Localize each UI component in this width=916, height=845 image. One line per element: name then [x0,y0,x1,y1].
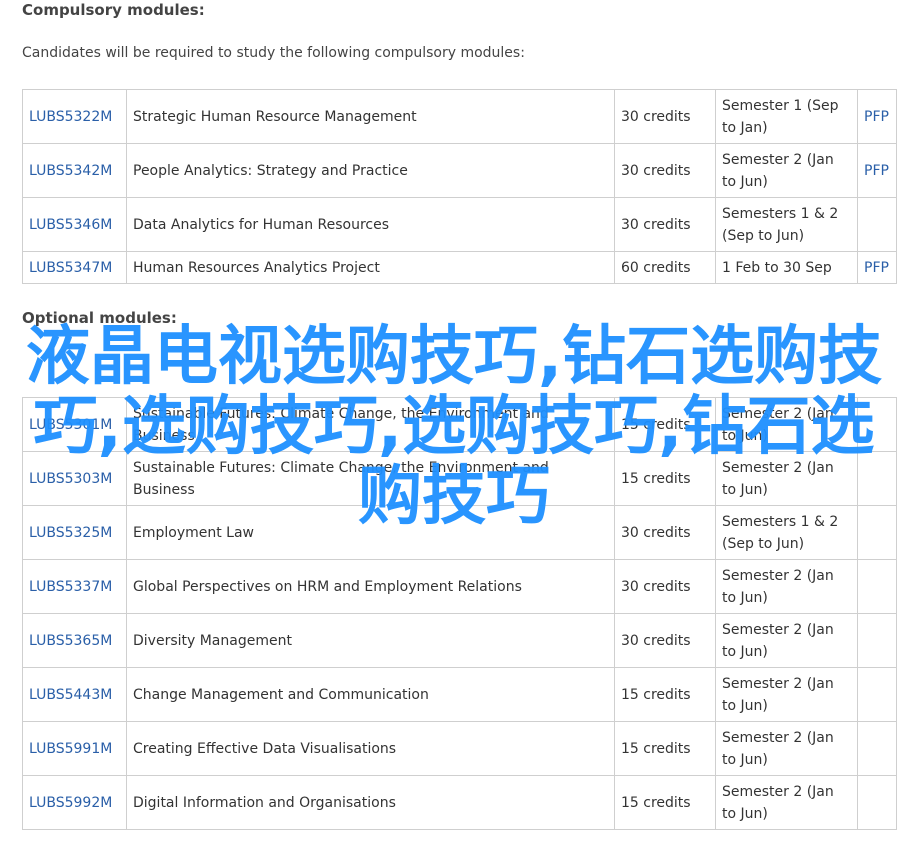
module-code-cell: LUBS5342M [22,143,127,198]
module-title: Data Analytics for Human Resources [126,197,615,252]
module-code-cell: LUBS5337M [22,559,127,614]
module-title: Digital Information and Organisations [126,775,615,830]
compulsory-modules-heading: Compulsory modules: [22,1,205,19]
pfp-cell [857,721,897,776]
module-title: Sustainable Futures: Climate Change, the… [126,451,615,506]
module-code-cell: LUBS5443M [22,667,127,722]
module-code-cell: LUBS5325M [22,505,127,560]
pfp-cell: PFP [857,251,897,284]
module-credits: 15 credits [614,397,716,452]
module-credits: 30 credits [614,559,716,614]
module-title: Employment Law [126,505,615,560]
module-code-link[interactable]: LUBS5346M [29,217,112,233]
module-credits: 15 credits [614,451,716,506]
table-row: LUBS5303M Sustainable Futures: Climate C… [22,451,897,506]
table-row: LUBS5346M Data Analytics for Human Resou… [22,197,897,252]
pfp-cell [857,667,897,722]
module-code-link[interactable]: LUBS5443M [29,687,112,703]
module-code-link[interactable]: LUBS5325M [29,525,112,541]
pfp-cell [857,197,897,252]
optional-modules-table: LUBS5301M Sustainable Futures: Climate C… [22,397,897,830]
module-semester: Semesters 1 & 2 (Sep to Jun) [715,505,858,560]
module-semester: Semester 2 (Jan to Jun) [715,559,858,614]
pfp-cell [857,451,897,506]
optional-modules-heading: Optional modules: [22,309,177,327]
pfp-cell [857,775,897,830]
module-credits: 60 credits [614,251,716,284]
module-code-cell: LUBS5347M [22,251,127,284]
table-row: LUBS5301M Sustainable Futures: Climate C… [22,397,897,452]
module-semester: Semester 1 (Sep to Jan) [715,89,858,144]
table-row: LUBS5347M Human Resources Analytics Proj… [22,251,897,284]
module-code-link[interactable]: LUBS5342M [29,163,112,179]
module-title: Human Resources Analytics Project [126,251,615,284]
module-credits: 30 credits [614,505,716,560]
module-code-link[interactable]: LUBS5303M [29,471,112,487]
module-semester: Semester 2 (Jan to Jun) [715,451,858,506]
module-semester: Semester 2 (Jan to Jun) [715,721,858,776]
module-code-link[interactable]: LUBS5337M [29,579,112,595]
module-title: Diversity Management [126,613,615,668]
module-semester: Semester 2 (Jan to Jun) [715,775,858,830]
table-row: LUBS5991M Creating Effective Data Visual… [22,721,897,776]
module-credits: 30 credits [614,613,716,668]
table-row: LUBS5325M Employment Law 30 credits Seme… [22,505,897,560]
module-code-cell: LUBS5346M [22,197,127,252]
page: Compulsory modules: Candidates will be r… [0,0,916,845]
module-code-link[interactable]: LUBS5992M [29,795,112,811]
module-credits: 15 credits [614,667,716,722]
pfp-link[interactable]: PFP [864,109,889,125]
module-semester: Semester 2 (Jan to Jun) [715,667,858,722]
table-row: LUBS5342M People Analytics: Strategy and… [22,143,897,198]
pfp-cell: PFP [857,143,897,198]
module-code-link[interactable]: LUBS5347M [29,260,112,276]
module-credits: 15 credits [614,721,716,776]
module-credits: 30 credits [614,89,716,144]
module-semester: Semester 2 (Jan to Jun) [715,397,858,452]
module-title: People Analytics: Strategy and Practice [126,143,615,198]
table-row: LUBS5443M Change Management and Communic… [22,667,897,722]
module-title: Strategic Human Resource Management [126,89,615,144]
compulsory-modules-table: LUBS5322M Strategic Human Resource Manag… [22,89,897,284]
module-code-cell: LUBS5303M [22,451,127,506]
table-row: LUBS5992M Digital Information and Organi… [22,775,897,830]
compulsory-modules-intro: Candidates will be required to study the… [22,45,525,61]
module-semester: Semester 2 (Jan to Jun) [715,143,858,198]
pfp-cell [857,613,897,668]
module-semester: Semester 2 (Jan to Jun) [715,613,858,668]
module-semester: Semesters 1 & 2 (Sep to Jun) [715,197,858,252]
module-code-link[interactable]: LUBS5365M [29,633,112,649]
module-title: Creating Effective Data Visualisations [126,721,615,776]
pfp-cell [857,559,897,614]
module-code-cell: LUBS5992M [22,775,127,830]
module-code-link[interactable]: LUBS5322M [29,109,112,125]
module-code-cell: LUBS5365M [22,613,127,668]
module-title: Sustainable Futures: Climate Change, the… [126,397,615,452]
module-code-link[interactable]: LUBS5301M [29,417,112,433]
pfp-cell: PFP [857,89,897,144]
table-row: LUBS5337M Global Perspectives on HRM and… [22,559,897,614]
module-semester: 1 Feb to 30 Sep [715,251,858,284]
module-credits: 30 credits [614,143,716,198]
pfp-cell [857,397,897,452]
module-code-cell: LUBS5322M [22,89,127,144]
table-row: LUBS5365M Diversity Management 30 credit… [22,613,897,668]
module-title: Change Management and Communication [126,667,615,722]
pfp-link[interactable]: PFP [864,260,889,276]
pfp-cell [857,505,897,560]
module-credits: 15 credits [614,775,716,830]
module-title: Global Perspectives on HRM and Employmen… [126,559,615,614]
module-code-cell: LUBS5301M [22,397,127,452]
module-code-link[interactable]: LUBS5991M [29,741,112,757]
module-code-cell: LUBS5991M [22,721,127,776]
pfp-link[interactable]: PFP [864,163,889,179]
table-row: LUBS5322M Strategic Human Resource Manag… [22,89,897,144]
module-credits: 30 credits [614,197,716,252]
